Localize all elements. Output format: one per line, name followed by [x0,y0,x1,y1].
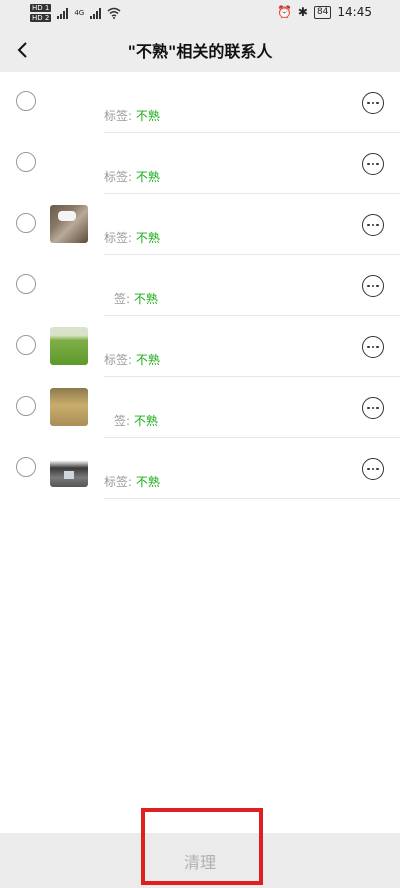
more-options-button[interactable] [362,153,384,175]
contact-row[interactable]: 标签: 不熟 [0,316,400,377]
bluetooth-icon: ✱ [297,5,308,19]
contact-list: 标签: 不熟 标签: 不熟 标签: 不熟 签: 不熟 标签: 不熟 签: 不熟 … [0,72,400,499]
tag-value: 不熟 [135,170,160,184]
contact-row[interactable]: 签: 不熟 [0,377,400,438]
tag-value: 不熟 [133,292,158,306]
contact-name-hidden [104,204,194,220]
highlight-box [141,808,263,885]
more-options-button[interactable] [362,92,384,114]
more-options-button[interactable] [362,275,384,297]
signal-icon-2 [90,7,102,19]
tag-value: 不熟 [135,475,160,489]
wifi-icon [107,7,121,19]
tag-label: 签: [114,414,131,428]
network-type: 4G [74,9,85,17]
select-radio[interactable] [16,335,36,355]
tag-value: 不熟 [135,109,160,123]
clock: 14:45 [337,5,372,19]
status-bar: HD 1 HD 2 4G ⏰ ✱ 84 14:45 [0,0,400,28]
chevron-left-icon [17,42,27,58]
alarm-icon: ⏰ [276,5,292,19]
select-radio[interactable] [16,457,36,477]
back-button[interactable] [10,36,36,64]
tag-line: 标签: 不熟 [104,229,160,246]
contact-name-hidden [104,326,194,342]
hd-badge-2: HD 2 [30,14,52,22]
battery-icon: 84 [313,5,332,19]
more-options-button[interactable] [362,397,384,419]
tag-value: 不熟 [135,353,160,367]
status-right: ⏰ ✱ 84 14:45 [277,5,372,19]
select-radio[interactable] [16,274,36,294]
contact-row[interactable]: 标签: 不熟 [0,438,400,499]
tag-line: 签: 不熟 [114,412,158,429]
contact-name-hidden [104,387,194,403]
page-header: "不熟"相关的联系人 [0,28,400,72]
page-title: "不熟"相关的联系人 [127,42,273,61]
contact-row[interactable]: 标签: 不熟 [0,133,400,194]
avatar [50,327,88,365]
select-radio[interactable] [16,213,36,233]
tag-label: 标签: [104,475,133,489]
tag-line: 标签: 不熟 [104,168,160,185]
hd-badge-1: HD 1 [30,4,52,12]
hd-badges: HD 1 HD 2 [30,4,52,22]
avatar [50,205,88,243]
tag-line: 标签: 不熟 [104,107,160,124]
contact-name-hidden [104,448,194,464]
tag-label: 标签: [104,170,133,184]
contact-row[interactable]: 标签: 不熟 [0,194,400,255]
avatar [50,83,88,121]
select-radio[interactable] [16,396,36,416]
avatar [50,388,88,426]
select-radio[interactable] [16,152,36,172]
tag-value: 不熟 [133,414,158,428]
tag-label: 标签: [104,353,133,367]
avatar [50,266,88,304]
signal-icon [57,7,69,19]
contact-name-hidden [104,82,194,98]
contact-name-hidden [104,143,194,159]
avatar [50,449,88,487]
contact-row[interactable]: 标签: 不熟 [0,72,400,133]
tag-line: 签: 不熟 [114,290,158,307]
more-options-button[interactable] [362,336,384,358]
tag-label: 标签: [104,231,133,245]
more-options-button[interactable] [362,214,384,236]
select-radio[interactable] [16,91,36,111]
tag-value: 不熟 [135,231,160,245]
tag-label: 签: [114,292,131,306]
avatar [50,144,88,182]
more-options-button[interactable] [362,458,384,480]
tag-line: 标签: 不熟 [104,473,160,490]
tag-label: 标签: [104,109,133,123]
contact-name-hidden [104,265,194,281]
status-left: HD 1 HD 2 4G [30,4,121,22]
tag-line: 标签: 不熟 [104,351,160,368]
contact-row[interactable]: 签: 不熟 [0,255,400,316]
